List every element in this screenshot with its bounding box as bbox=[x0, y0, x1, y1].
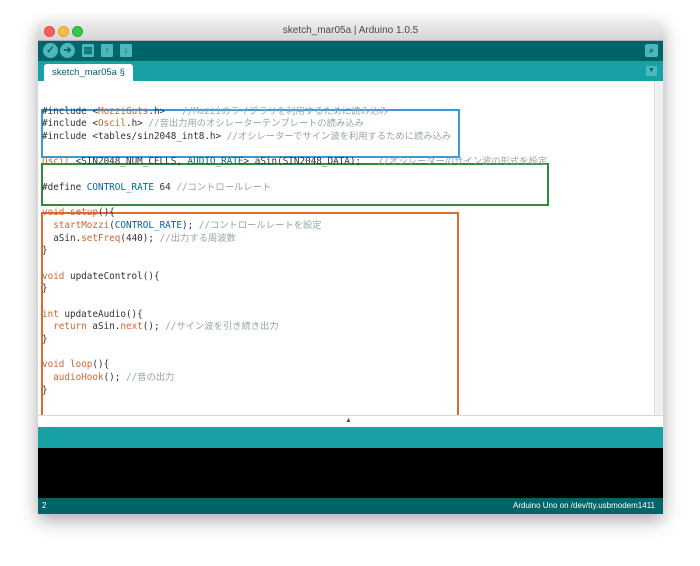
code-line: ​ bbox=[42, 144, 547, 157]
code-line: #include <Oscil.h> //音出力用のオシレーターテンプレートの読… bbox=[42, 118, 364, 130]
code-line: Oscil <SIN2048_NUM_CELLS, AUDIO_RATE> aS… bbox=[42, 156, 548, 168]
code-line: ​ bbox=[42, 296, 547, 309]
tab-menu-button[interactable]: ▼ bbox=[646, 66, 657, 76]
code-text: ​ #include <MozziGuts.h> //Mozziのライブラリを利… bbox=[42, 93, 547, 398]
document-icon: ▤ bbox=[83, 45, 93, 55]
code-line: #include <MozziGuts.h> //Mozziのライブラリを利用す… bbox=[42, 105, 389, 117]
code-line: #define CONTROL_RATE 64 //コントロールレート bbox=[42, 181, 272, 193]
magnifier-icon: ⌕ bbox=[648, 45, 655, 55]
code-line: aSin.setFreq(440); //出力する周波数 bbox=[42, 232, 236, 244]
code-line: ​ bbox=[42, 93, 547, 106]
title-bar: sketch_mar05a | Arduino 1.0.5 bbox=[38, 22, 663, 41]
down-arrow-icon: ↓ bbox=[123, 45, 129, 55]
code-line: void loop(){ bbox=[42, 359, 110, 371]
code-line: void setup(){ bbox=[42, 207, 115, 219]
chevron-down-icon: ▼ bbox=[648, 67, 655, 74]
code-line: void updateControl(){ bbox=[42, 270, 160, 282]
code-line: ​ bbox=[42, 347, 547, 360]
upload-button[interactable]: ➜ bbox=[60, 43, 75, 58]
up-arrow-icon: ↑ bbox=[104, 45, 110, 55]
tab-bar: sketch_mar05a § ▼ bbox=[38, 61, 663, 81]
check-icon: ✓ bbox=[46, 44, 55, 56]
toolbar: ✓ ➜ ▤ ↑ ↓ ⌕ bbox=[38, 41, 663, 61]
code-line: return aSin.next(); //サイン波を引き続き出力 bbox=[53, 321, 279, 333]
code-line: startMozzi(CONTROL_RATE); //コントロールレートを設定 bbox=[53, 219, 322, 231]
code-line: audioHook(); //音の出力 bbox=[53, 372, 175, 384]
code-line: ​ bbox=[42, 169, 547, 182]
save-button[interactable]: ↓ bbox=[120, 44, 132, 57]
line-number: 2 bbox=[42, 501, 47, 510]
chevron-up-icon: ▲ bbox=[345, 417, 352, 424]
board-port-label: Arduino Uno on /dev/tty.usbmodem1411 bbox=[512, 501, 655, 510]
code-line: } bbox=[42, 334, 48, 346]
editor-scrollbar[interactable] bbox=[654, 81, 663, 415]
code-line: } bbox=[42, 245, 48, 257]
open-button[interactable]: ↑ bbox=[101, 44, 113, 57]
code-editor[interactable]: ​ #include <MozziGuts.h> //Mozziのライブラリを利… bbox=[38, 81, 663, 417]
window-title: sketch_mar05a | Arduino 1.0.5 bbox=[282, 25, 419, 36]
status-bar bbox=[38, 427, 663, 448]
right-arrow-icon: ➜ bbox=[63, 44, 72, 56]
console-output bbox=[38, 448, 663, 498]
serial-monitor-button[interactable]: ⌕ bbox=[645, 44, 658, 57]
code-line: #include <tables/sin2048_int8.h> //オシレータ… bbox=[42, 131, 452, 143]
footer-bar: 2 Arduino Uno on /dev/tty.usbmodem1411 bbox=[38, 498, 663, 514]
arduino-window: sketch_mar05a | Arduino 1.0.5 ✓ ➜ ▤ ↑ ↓ … bbox=[38, 22, 663, 514]
code-line: ​ bbox=[42, 258, 547, 271]
code-line: } bbox=[42, 283, 48, 295]
verify-button[interactable]: ✓ bbox=[43, 43, 58, 58]
tab-sketch[interactable]: sketch_mar05a § bbox=[44, 64, 133, 81]
code-line: ​ bbox=[42, 195, 547, 208]
code-line: int updateAudio(){ bbox=[42, 308, 143, 320]
new-button[interactable]: ▤ bbox=[82, 44, 94, 57]
code-line: } bbox=[42, 384, 48, 396]
